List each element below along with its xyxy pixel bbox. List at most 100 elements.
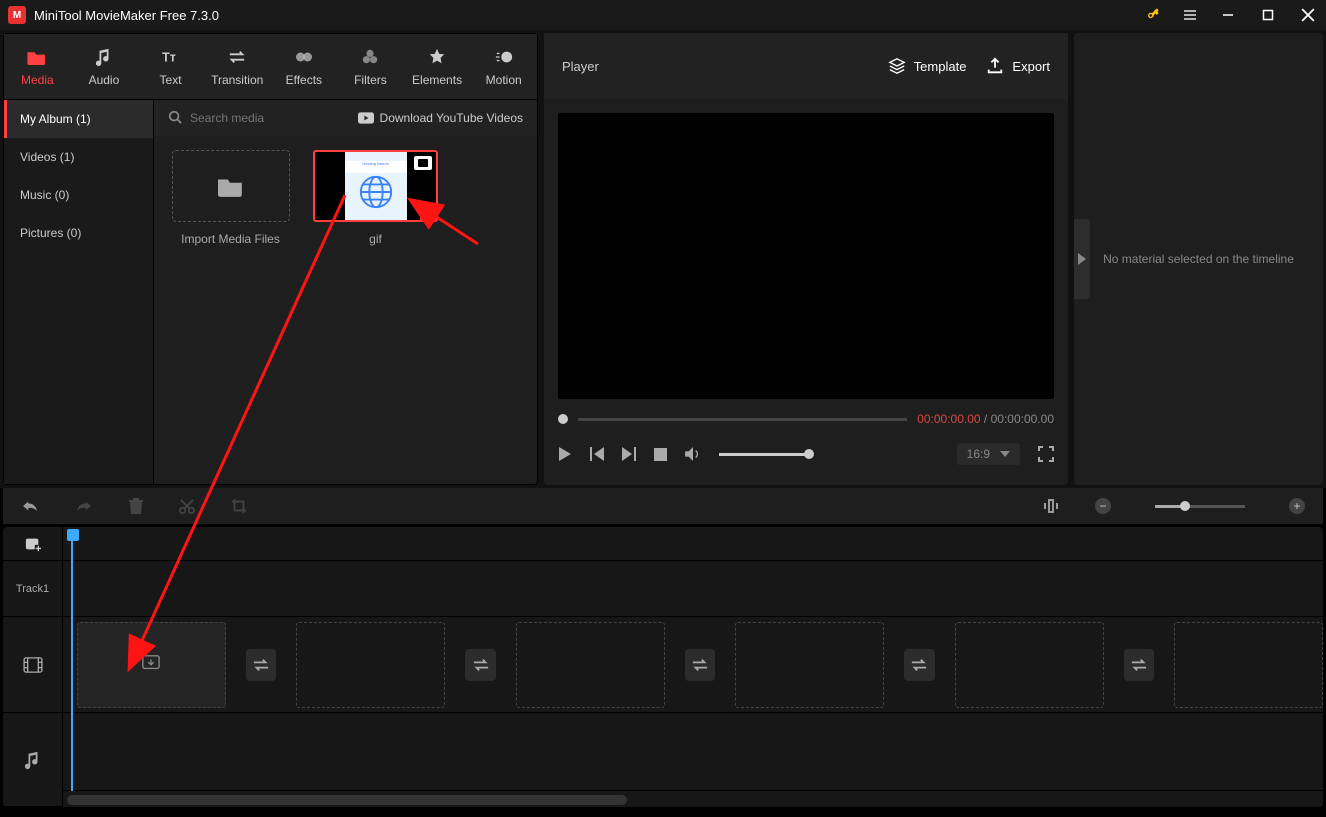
- zoom-in-button[interactable]: +: [1289, 498, 1305, 514]
- media-grid: Import Media Files Hosting Needs + gif: [154, 136, 537, 484]
- main-tabs: Media Audio Tᴛ Text Transition Effects F…: [4, 34, 537, 100]
- play-button[interactable]: [558, 447, 572, 461]
- tab-filters[interactable]: Filters: [337, 34, 404, 99]
- tab-text[interactable]: Tᴛ Text: [137, 34, 204, 99]
- clip-slot[interactable]: [955, 622, 1104, 708]
- app-title: MiniTool MovieMaker Free 7.3.0: [34, 8, 1146, 23]
- key-icon[interactable]: [1146, 6, 1162, 25]
- search-input[interactable]: [190, 111, 350, 125]
- timeline: Track1: [3, 527, 1323, 807]
- close-button[interactable]: [1298, 5, 1318, 25]
- media-clip-gif[interactable]: Hosting Needs + gif: [313, 150, 438, 246]
- stop-button[interactable]: [654, 448, 667, 461]
- transition-slot[interactable]: [1124, 649, 1155, 681]
- add-to-timeline-button[interactable]: +: [420, 204, 438, 222]
- video-preview[interactable]: [558, 113, 1054, 399]
- clip-slot[interactable]: [1174, 622, 1323, 708]
- undo-button[interactable]: [21, 499, 39, 513]
- properties-empty-text: No material selected on the timeline: [1103, 252, 1294, 266]
- transition-slot[interactable]: [685, 649, 716, 681]
- import-media-button[interactable]: Import Media Files: [168, 150, 293, 246]
- split-button[interactable]: [179, 498, 195, 514]
- media-category-sidebar: My Album (1) Videos (1) Music (0) Pictur…: [4, 100, 154, 484]
- export-icon: [986, 57, 1004, 75]
- search-icon: [168, 110, 182, 127]
- aspect-ratio-select[interactable]: 16:9: [957, 443, 1020, 465]
- fit-zoom-button[interactable]: [1043, 498, 1059, 514]
- properties-panel: No material selected on the timeline: [1074, 33, 1323, 485]
- filters-icon: [360, 47, 380, 67]
- effects-icon: [294, 47, 314, 67]
- maximize-button[interactable]: [1258, 5, 1278, 25]
- seek-bar[interactable]: 00:00:00.00 / 00:00:00.00: [558, 407, 1054, 431]
- playhead[interactable]: [71, 531, 73, 791]
- music-note-icon: [94, 47, 114, 67]
- svg-text:Tᴛ: Tᴛ: [162, 50, 176, 64]
- delete-button[interactable]: [129, 498, 143, 514]
- sidebar-item-pictures[interactable]: Pictures (0): [4, 214, 153, 252]
- transition-slot[interactable]: [465, 649, 496, 681]
- sidebar-item-videos[interactable]: Videos (1): [4, 138, 153, 176]
- chevron-right-icon: [1078, 253, 1086, 265]
- volume-button[interactable]: [685, 447, 701, 461]
- seek-handle[interactable]: [558, 414, 568, 424]
- tab-effects[interactable]: Effects: [271, 34, 338, 99]
- app-logo-icon: M: [8, 6, 26, 24]
- transition-slot[interactable]: [246, 649, 277, 681]
- tab-motion[interactable]: Motion: [470, 34, 537, 99]
- titlebar: M MiniTool MovieMaker Free 7.3.0: [0, 0, 1326, 30]
- tab-transition[interactable]: Transition: [204, 34, 271, 99]
- sidebar-item-myalbum[interactable]: My Album (1): [4, 100, 153, 138]
- redo-button[interactable]: [75, 499, 93, 513]
- menu-icon[interactable]: [1182, 7, 1198, 23]
- timeline-audio-track[interactable]: [63, 713, 1323, 791]
- chevron-down-icon: [1000, 451, 1010, 457]
- folder-icon: [27, 47, 47, 67]
- export-button[interactable]: Export: [986, 57, 1050, 75]
- total-time: 00:00:00.00: [991, 412, 1054, 426]
- video-type-badge-icon: [414, 156, 432, 170]
- sidebar-item-music[interactable]: Music (0): [4, 176, 153, 214]
- template-button[interactable]: Template: [888, 57, 967, 75]
- next-frame-button[interactable]: [622, 447, 636, 461]
- audio-track-header[interactable]: [3, 713, 62, 807]
- timeline-track1[interactable]: [63, 561, 1323, 617]
- motion-icon: [494, 47, 514, 67]
- volume-slider[interactable]: [719, 453, 809, 456]
- player-panel: Player Template Export 00:00:00.00 / 00:…: [544, 33, 1068, 485]
- text-icon: Tᴛ: [161, 47, 181, 67]
- tab-media[interactable]: Media: [4, 34, 71, 99]
- horizontal-scrollbar[interactable]: [67, 795, 627, 805]
- video-track-header[interactable]: [3, 617, 62, 713]
- media-library-panel: Media Audio Tᴛ Text Transition Effects F…: [3, 33, 538, 485]
- star-icon: [427, 47, 447, 67]
- layers-icon: [888, 57, 906, 75]
- clip-slot[interactable]: [77, 622, 226, 708]
- prev-frame-button[interactable]: [590, 447, 604, 461]
- fullscreen-button[interactable]: [1038, 446, 1054, 462]
- add-track-button[interactable]: [3, 527, 62, 561]
- swap-icon: [227, 47, 247, 67]
- globe-icon: [357, 173, 395, 211]
- panel-collapse-button[interactable]: [1074, 219, 1090, 299]
- download-youtube-link[interactable]: Download YouTube Videos: [358, 111, 523, 125]
- tab-elements[interactable]: Elements: [404, 34, 471, 99]
- timeline-ruler[interactable]: [63, 527, 1323, 561]
- timeline-toolbar: − +: [3, 488, 1323, 524]
- player-title: Player: [562, 59, 868, 74]
- transition-slot[interactable]: [904, 649, 935, 681]
- music-note-icon: [25, 751, 41, 769]
- clip-slot[interactable]: [516, 622, 665, 708]
- clip-slot[interactable]: [296, 622, 445, 708]
- minimize-button[interactable]: [1218, 5, 1238, 25]
- tab-audio[interactable]: Audio: [71, 34, 138, 99]
- zoom-out-button[interactable]: −: [1095, 498, 1111, 514]
- track-label[interactable]: Track1: [3, 561, 62, 617]
- import-clip-icon: [141, 654, 161, 675]
- timeline-video-track[interactable]: [63, 617, 1323, 713]
- zoom-slider[interactable]: [1155, 505, 1245, 508]
- video-track-icon: [23, 657, 43, 673]
- crop-button[interactable]: [231, 498, 247, 514]
- clip-slot[interactable]: [735, 622, 884, 708]
- current-time: 00:00:00.00: [917, 412, 980, 426]
